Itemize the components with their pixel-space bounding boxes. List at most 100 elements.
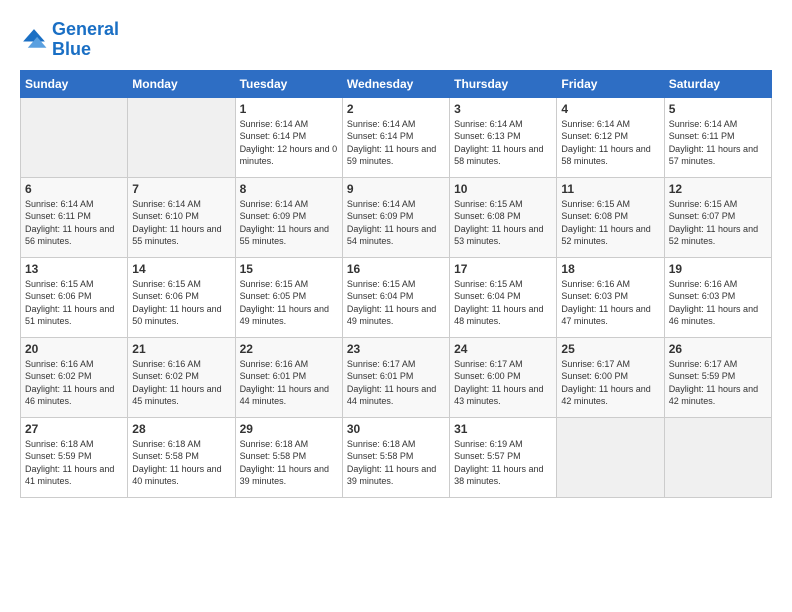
page-header: General Blue: [20, 20, 772, 60]
day-number: 23: [347, 342, 445, 356]
calendar-cell: 2 Sunrise: 6:14 AM Sunset: 6:14 PM Daylig…: [342, 97, 449, 177]
calendar-cell: 30 Sunrise: 6:18 AM Sunset: 5:58 PM Dayli…: [342, 417, 449, 497]
day-number: 24: [454, 342, 552, 356]
day-info: Sunrise: 6:18 AM Sunset: 5:58 PM Dayligh…: [347, 438, 445, 488]
logo: General Blue: [20, 20, 119, 60]
day-number: 27: [25, 422, 123, 436]
day-info: Sunrise: 6:15 AM Sunset: 6:04 PM Dayligh…: [347, 278, 445, 328]
day-header-sunday: Sunday: [21, 70, 128, 97]
day-number: 4: [561, 102, 659, 116]
calendar-table: SundayMondayTuesdayWednesdayThursdayFrid…: [20, 70, 772, 498]
day-info: Sunrise: 6:15 AM Sunset: 6:07 PM Dayligh…: [669, 198, 767, 248]
day-header-wednesday: Wednesday: [342, 70, 449, 97]
day-number: 10: [454, 182, 552, 196]
day-number: 19: [669, 262, 767, 276]
day-info: Sunrise: 6:17 AM Sunset: 5:59 PM Dayligh…: [669, 358, 767, 408]
day-info: Sunrise: 6:15 AM Sunset: 6:04 PM Dayligh…: [454, 278, 552, 328]
day-info: Sunrise: 6:16 AM Sunset: 6:02 PM Dayligh…: [25, 358, 123, 408]
day-header-friday: Friday: [557, 70, 664, 97]
calendar-cell: 31Sunrise: 6:19 AM Sunset: 5:57 PM Dayli…: [450, 417, 557, 497]
calendar-cell: 22 Sunrise: 6:16 AM Sunset: 6:01 PM Dayli…: [235, 337, 342, 417]
calendar-week-4: 20 Sunrise: 6:16 AM Sunset: 6:02 PM Dayli…: [21, 337, 772, 417]
day-info: Sunrise: 6:18 AM Sunset: 5:58 PM Dayligh…: [132, 438, 230, 488]
calendar-week-2: 6 Sunrise: 6:14 AM Sunset: 6:11 PM Daylig…: [21, 177, 772, 257]
day-info: Sunrise: 6:18 AM Sunset: 5:59 PM Dayligh…: [25, 438, 123, 488]
day-info: Sunrise: 6:14 AM Sunset: 6:09 PM Dayligh…: [347, 198, 445, 248]
day-number: 29: [240, 422, 338, 436]
day-number: 8: [240, 182, 338, 196]
calendar-cell: 4 Sunrise: 6:14 AM Sunset: 6:12 PM Daylig…: [557, 97, 664, 177]
day-info: Sunrise: 6:18 AM Sunset: 5:58 PM Dayligh…: [240, 438, 338, 488]
day-header-monday: Monday: [128, 70, 235, 97]
day-info: Sunrise: 6:16 AM Sunset: 6:01 PM Dayligh…: [240, 358, 338, 408]
day-info: Sunrise: 6:14 AM Sunset: 6:10 PM Dayligh…: [132, 198, 230, 248]
day-number: 20: [25, 342, 123, 356]
calendar-week-5: 27 Sunrise: 6:18 AM Sunset: 5:59 PM Dayli…: [21, 417, 772, 497]
day-number: 2: [347, 102, 445, 116]
day-number: 30: [347, 422, 445, 436]
calendar-cell: [128, 97, 235, 177]
calendar-cell: 25Sunrise: 6:17 AM Sunset: 6:00 PM Dayli…: [557, 337, 664, 417]
day-number: 14: [132, 262, 230, 276]
day-info: Sunrise: 6:14 AM Sunset: 6:13 PM Dayligh…: [454, 118, 552, 168]
day-number: 21: [132, 342, 230, 356]
day-info: Sunrise: 6:17 AM Sunset: 6:00 PM Dayligh…: [454, 358, 552, 408]
day-number: 26: [669, 342, 767, 356]
day-info: Sunrise: 6:14 AM Sunset: 6:12 PM Dayligh…: [561, 118, 659, 168]
calendar-cell: 5Sunrise: 6:14 AM Sunset: 6:11 PM Daylig…: [664, 97, 771, 177]
day-info: Sunrise: 6:14 AM Sunset: 6:14 PM Dayligh…: [347, 118, 445, 168]
day-info: Sunrise: 6:14 AM Sunset: 6:11 PM Dayligh…: [25, 198, 123, 248]
calendar-cell: 9 Sunrise: 6:14 AM Sunset: 6:09 PM Daylig…: [342, 177, 449, 257]
calendar-cell: 12 Sunrise: 6:15 AM Sunset: 6:07 PM Dayli…: [664, 177, 771, 257]
day-number: 7: [132, 182, 230, 196]
calendar-cell: 26 Sunrise: 6:17 AM Sunset: 5:59 PM Dayli…: [664, 337, 771, 417]
day-number: 1: [240, 102, 338, 116]
calendar-cell: 24 Sunrise: 6:17 AM Sunset: 6:00 PM Dayli…: [450, 337, 557, 417]
day-number: 18: [561, 262, 659, 276]
calendar-cell: [557, 417, 664, 497]
day-info: Sunrise: 6:16 AM Sunset: 6:02 PM Dayligh…: [132, 358, 230, 408]
calendar-cell: 8Sunrise: 6:14 AM Sunset: 6:09 PM Daylig…: [235, 177, 342, 257]
calendar-cell: 29 Sunrise: 6:18 AM Sunset: 5:58 PM Dayli…: [235, 417, 342, 497]
calendar-cell: 17 Sunrise: 6:15 AM Sunset: 6:04 PM Dayli…: [450, 257, 557, 337]
day-info: Sunrise: 6:15 AM Sunset: 6:08 PM Dayligh…: [561, 198, 659, 248]
logo-text: General Blue: [52, 20, 119, 60]
day-number: 22: [240, 342, 338, 356]
calendar-cell: 23Sunrise: 6:17 AM Sunset: 6:01 PM Dayli…: [342, 337, 449, 417]
day-header-saturday: Saturday: [664, 70, 771, 97]
day-number: 17: [454, 262, 552, 276]
calendar-cell: 7 Sunrise: 6:14 AM Sunset: 6:10 PM Daylig…: [128, 177, 235, 257]
calendar-cell: 6 Sunrise: 6:14 AM Sunset: 6:11 PM Daylig…: [21, 177, 128, 257]
calendar-cell: 11 Sunrise: 6:15 AM Sunset: 6:08 PM Dayli…: [557, 177, 664, 257]
day-info: Sunrise: 6:19 AM Sunset: 5:57 PM Dayligh…: [454, 438, 552, 488]
calendar-cell: 16 Sunrise: 6:15 AM Sunset: 6:04 PM Dayli…: [342, 257, 449, 337]
day-number: 3: [454, 102, 552, 116]
day-number: 12: [669, 182, 767, 196]
calendar-cell: 10 Sunrise: 6:15 AM Sunset: 6:08 PM Dayli…: [450, 177, 557, 257]
calendar-cell: 20 Sunrise: 6:16 AM Sunset: 6:02 PM Dayli…: [21, 337, 128, 417]
calendar-cell: 3 Sunrise: 6:14 AM Sunset: 6:13 PM Daylig…: [450, 97, 557, 177]
day-info: Sunrise: 6:16 AM Sunset: 6:03 PM Dayligh…: [669, 278, 767, 328]
day-number: 11: [561, 182, 659, 196]
day-number: 15: [240, 262, 338, 276]
day-header-tuesday: Tuesday: [235, 70, 342, 97]
day-info: Sunrise: 6:15 AM Sunset: 6:08 PM Dayligh…: [454, 198, 552, 248]
calendar-cell: 27 Sunrise: 6:18 AM Sunset: 5:59 PM Dayli…: [21, 417, 128, 497]
day-number: 28: [132, 422, 230, 436]
logo-icon: [20, 26, 48, 54]
calendar-cell: 1 Sunrise: 6:14 AM Sunset: 6:14 PM Daylig…: [235, 97, 342, 177]
calendar-week-1: 1 Sunrise: 6:14 AM Sunset: 6:14 PM Daylig…: [21, 97, 772, 177]
day-number: 13: [25, 262, 123, 276]
calendar-cell: [21, 97, 128, 177]
day-info: Sunrise: 6:14 AM Sunset: 6:11 PM Dayligh…: [669, 118, 767, 168]
day-number: 25: [561, 342, 659, 356]
day-info: Sunrise: 6:14 AM Sunset: 6:14 PM Dayligh…: [240, 118, 338, 168]
day-header-thursday: Thursday: [450, 70, 557, 97]
day-info: Sunrise: 6:15 AM Sunset: 6:05 PM Dayligh…: [240, 278, 338, 328]
day-number: 6: [25, 182, 123, 196]
calendar-cell: 13Sunrise: 6:15 AM Sunset: 6:06 PM Dayli…: [21, 257, 128, 337]
day-number: 16: [347, 262, 445, 276]
calendar-week-3: 13Sunrise: 6:15 AM Sunset: 6:06 PM Dayli…: [21, 257, 772, 337]
day-number: 9: [347, 182, 445, 196]
calendar-cell: 19 Sunrise: 6:16 AM Sunset: 6:03 PM Dayli…: [664, 257, 771, 337]
